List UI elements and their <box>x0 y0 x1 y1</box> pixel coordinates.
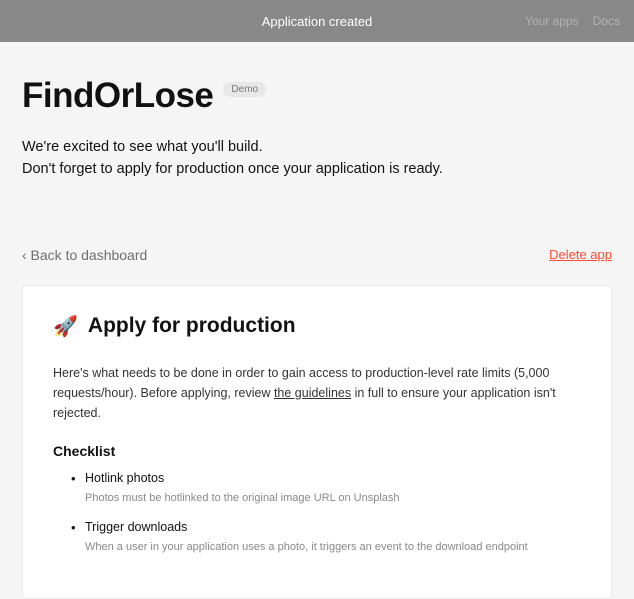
demo-badge: Demo <box>223 82 266 97</box>
checklist-item: Trigger downloads When a user in your ap… <box>71 520 581 556</box>
delete-app-link[interactable]: Delete app <box>549 247 612 262</box>
notification-banner: Application created Your apps Docs <box>0 0 634 42</box>
checklist: Hotlink photos Photos must be hotlinked … <box>53 471 581 556</box>
rocket-icon: 🚀 <box>53 314 78 339</box>
card-title: Apply for production <box>88 314 296 338</box>
nav-docs[interactable]: Docs <box>593 14 620 28</box>
intro-line-1: We're excited to see what you'll build. <box>22 136 612 158</box>
intro-text: We're excited to see what you'll build. … <box>22 136 612 181</box>
card-title-row: 🚀 Apply for production <box>53 314 581 339</box>
app-title: FindOrLose <box>22 76 213 116</box>
checklist-item: Hotlink photos Photos must be hotlinked … <box>71 471 581 507</box>
checklist-item-desc: Photos must be hotlinked to the original… <box>85 490 581 507</box>
checklist-heading: Checklist <box>53 443 581 459</box>
intro-line-2: Don't forget to apply for production onc… <box>22 158 612 180</box>
banner-nav: Your apps Docs <box>525 14 620 28</box>
banner-message: Application created <box>262 14 373 29</box>
checklist-item-desc: When a user in your application uses a p… <box>85 539 581 556</box>
page-content: FindOrLose Demo We're excited to see wha… <box>0 76 634 599</box>
nav-your-apps[interactable]: Your apps <box>525 14 579 28</box>
card-description: Here's what needs to be done in order to… <box>53 363 581 423</box>
checklist-item-title: Hotlink photos <box>85 471 581 485</box>
checklist-item-title: Trigger downloads <box>85 520 581 534</box>
apply-production-card: 🚀 Apply for production Here's what needs… <box>22 285 612 599</box>
back-to-dashboard-link[interactable]: ‹ Back to dashboard <box>22 247 147 263</box>
title-row: FindOrLose Demo <box>22 76 612 116</box>
actions-row: ‹ Back to dashboard Delete app <box>22 247 612 263</box>
guidelines-link[interactable]: the guidelines <box>274 386 351 400</box>
